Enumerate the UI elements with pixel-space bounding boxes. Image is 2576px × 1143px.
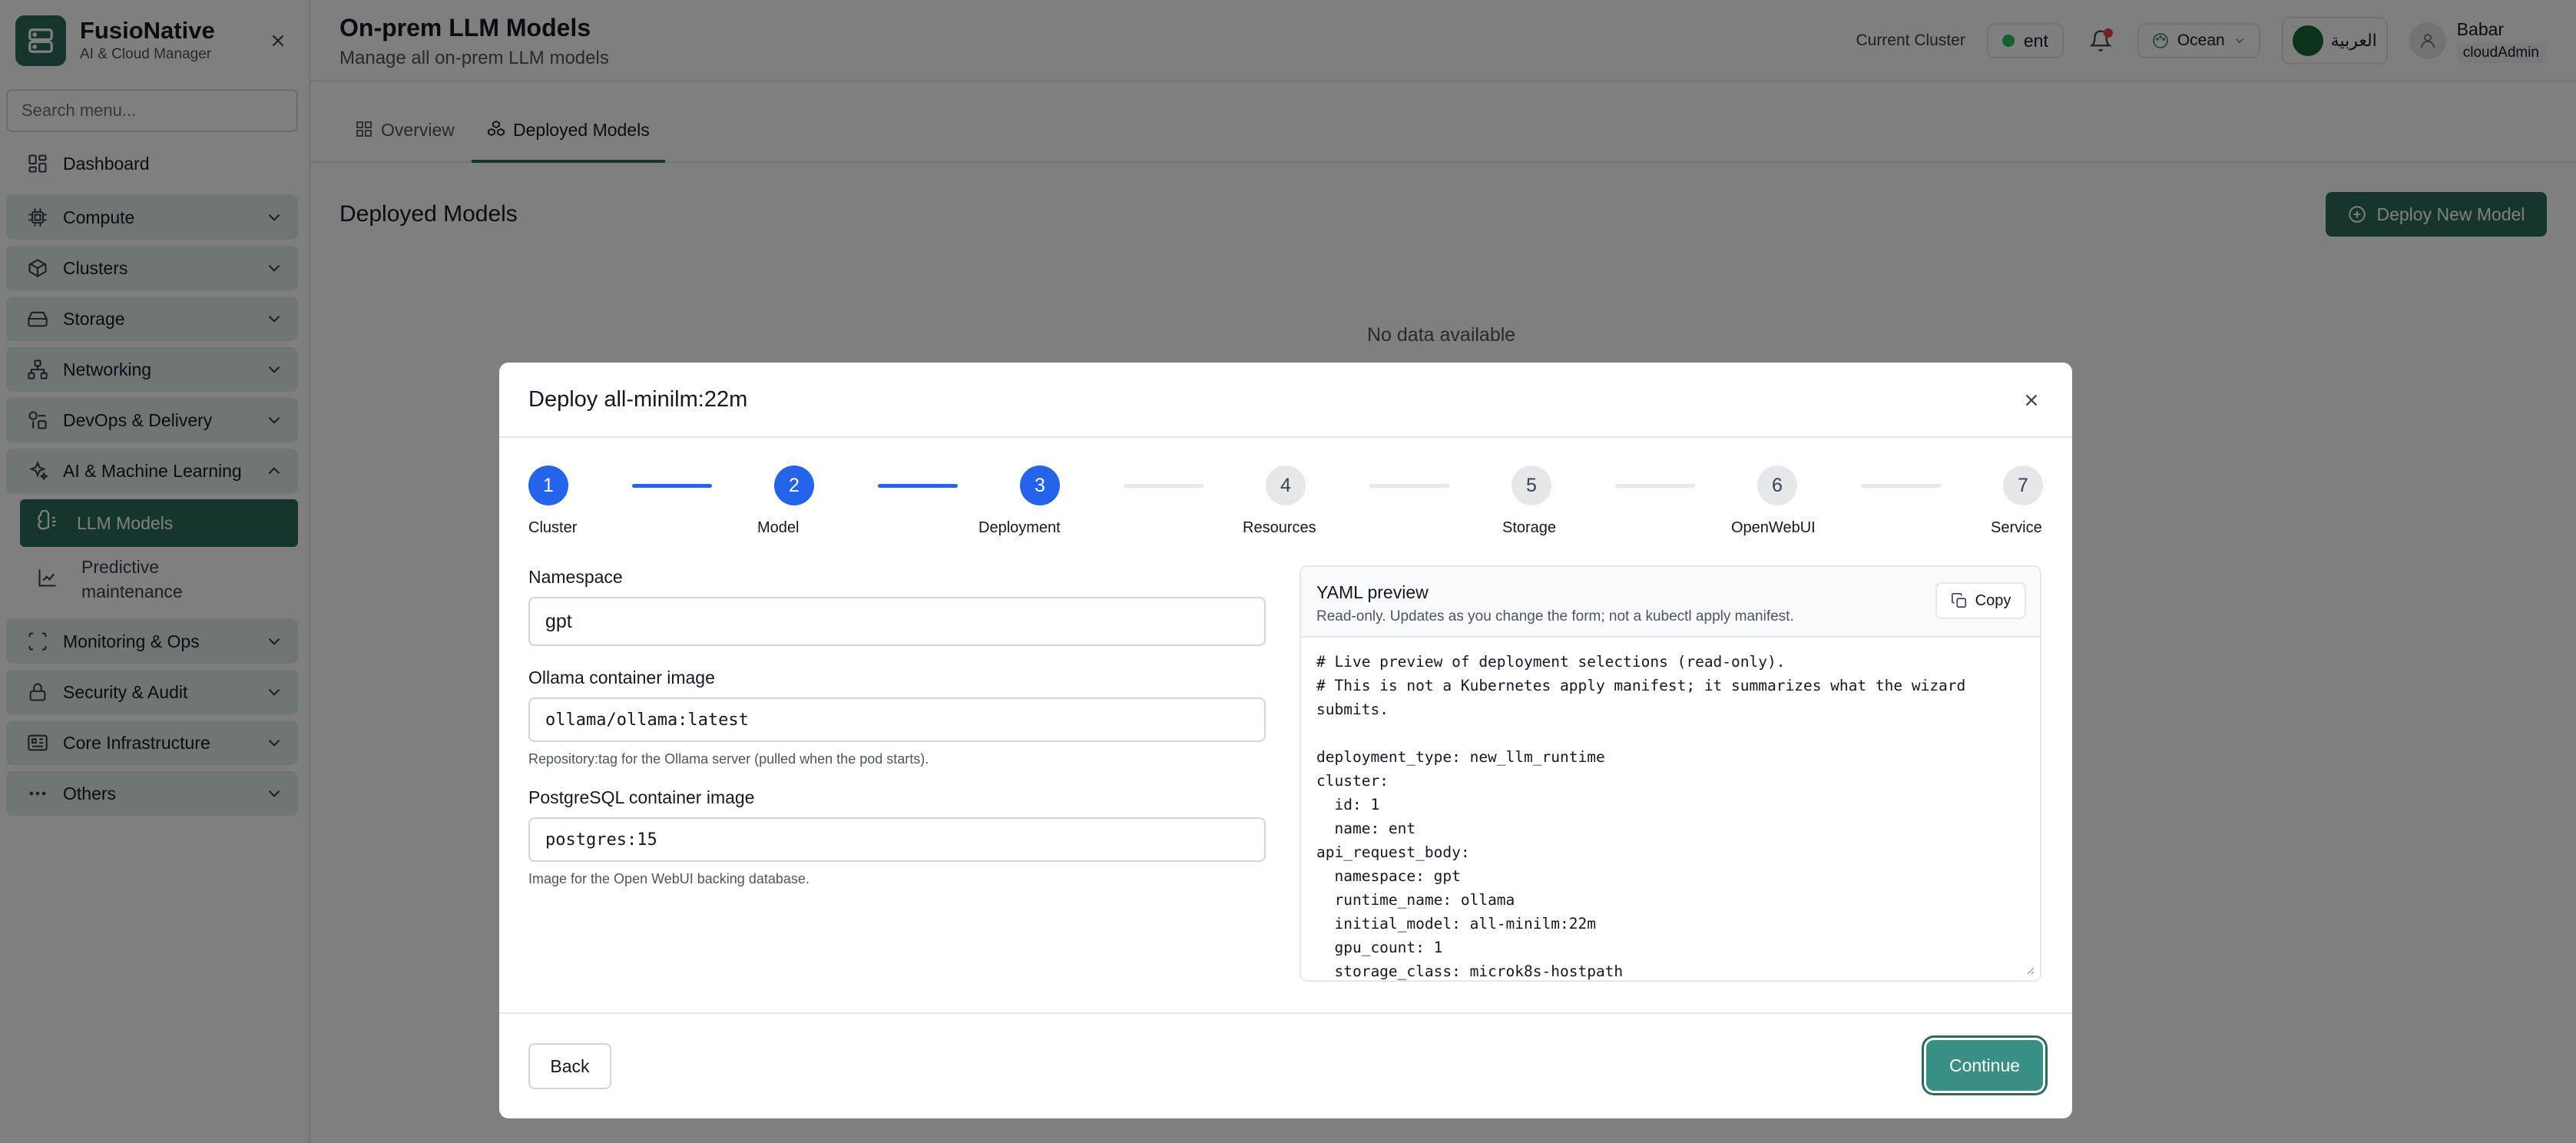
- step-label: Model: [757, 519, 800, 536]
- step-openwebui[interactable]: 6 OpenWebUI: [1731, 465, 1816, 536]
- step-connector: [1615, 484, 1695, 488]
- step-number: 3: [1020, 465, 1060, 505]
- step-connector: [632, 484, 712, 488]
- step-label: Service: [1991, 519, 2042, 536]
- back-button[interactable]: Back: [528, 1043, 611, 1089]
- modal-footer: Back Continue: [499, 1012, 2072, 1118]
- copy-icon: [1951, 593, 1966, 608]
- step-resources[interactable]: 4 Resources: [1243, 465, 1316, 536]
- postgres-image-input[interactable]: postgres:15: [528, 817, 1266, 862]
- yaml-preview-panel: YAML preview Read-only. Updates as you c…: [1300, 565, 2041, 982]
- ollama-image-help: Repository:tag for the Ollama server (pu…: [528, 751, 929, 767]
- yaml-preview-subtitle: Read-only. Updates as you change the for…: [1316, 608, 1794, 625]
- step-connector: [1124, 484, 1204, 488]
- modal-title: Deploy all-minilm:22m: [528, 387, 748, 412]
- ollama-image-input[interactable]: ollama/ollama:latest: [528, 697, 1266, 742]
- close-icon: [2025, 394, 2038, 406]
- step-number: 1: [528, 465, 568, 505]
- step-label: Resources: [1243, 519, 1316, 536]
- step-label: Storage: [1502, 519, 1557, 536]
- yaml-textarea[interactable]: # Live preview of deployment selections …: [1301, 638, 2040, 980]
- step-number: 6: [1757, 465, 1797, 505]
- wizard-stepper: 1 Cluster 2 Model 3 Deployment 4 Resourc…: [528, 465, 2043, 542]
- resize-handle-icon[interactable]: [2023, 963, 2035, 976]
- step-model[interactable]: 2 Model: [757, 465, 814, 536]
- deploy-modal: Deploy all-minilm:22m 1 Cluster 2 Model …: [499, 363, 2072, 1118]
- step-connector: [1369, 484, 1449, 488]
- namespace-input[interactable]: gpt: [528, 597, 1266, 646]
- copy-yaml-button[interactable]: Copy: [1935, 582, 2026, 619]
- step-cluster[interactable]: 1 Cluster: [528, 465, 577, 536]
- step-number: 4: [1266, 465, 1306, 505]
- yaml-preview-title: YAML preview: [1316, 582, 1429, 602]
- step-connector: [878, 484, 958, 488]
- step-label: OpenWebUI: [1731, 519, 1816, 536]
- step-number: 5: [1511, 465, 1551, 505]
- postgres-image-label: PostgreSQL container image: [528, 787, 755, 807]
- close-modal-button[interactable]: [2017, 386, 2046, 415]
- namespace-label: Namespace: [528, 567, 623, 587]
- step-number: 7: [2003, 465, 2043, 505]
- deployment-form: Namespace gpt Ollama container image oll…: [528, 567, 1266, 887]
- step-connector: [1861, 484, 1941, 488]
- step-service[interactable]: 7 Service: [1991, 465, 2043, 536]
- step-label: Deployment: [978, 519, 1061, 536]
- step-number: 2: [774, 465, 814, 505]
- postgres-image-help: Image for the Open WebUI backing databas…: [528, 871, 810, 886]
- copy-label: Copy: [1975, 591, 2011, 609]
- ollama-image-label: Ollama container image: [528, 668, 715, 687]
- step-storage[interactable]: 5 Storage: [1502, 465, 1556, 536]
- continue-button[interactable]: Continue: [1926, 1040, 2043, 1091]
- step-deployment[interactable]: 3 Deployment: [978, 465, 1061, 536]
- step-label: Cluster: [528, 519, 578, 536]
